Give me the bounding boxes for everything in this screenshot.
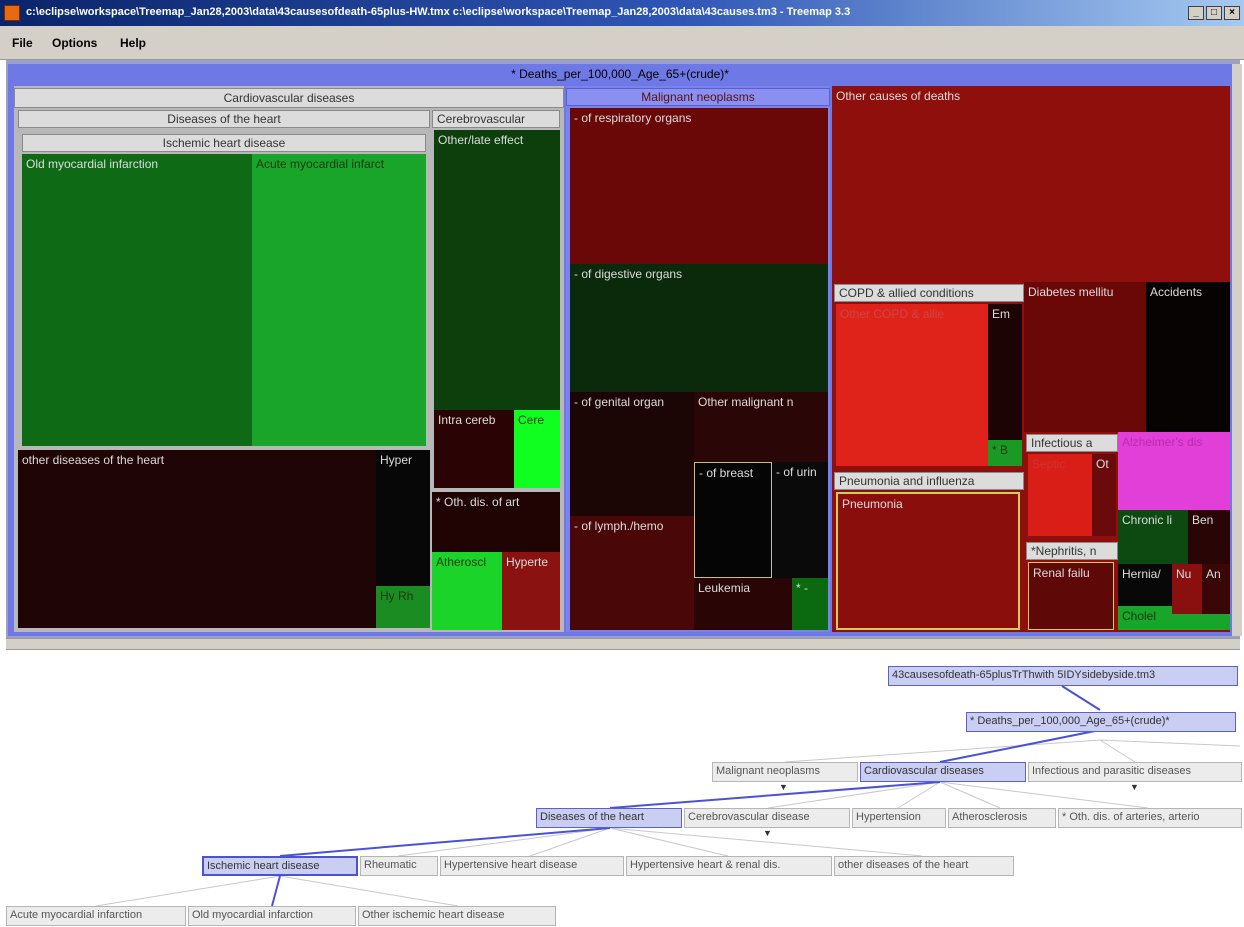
window-title: c:\eclipse\workspace\Treemap_Jan28,2003\…: [26, 6, 851, 18]
tree-node-rheumatic[interactable]: Rheumatic: [360, 856, 438, 876]
cell-copd-small[interactable]: * B: [988, 440, 1022, 466]
pneumonia-header: Pneumonia and influenza: [834, 472, 1024, 490]
cardio-header: Cardiovascular diseases: [14, 88, 564, 108]
tree-node-hypertension[interactable]: Hypertension: [852, 808, 946, 828]
cell-old-myocardial-infarction[interactable]: Old myocardial infarction: [22, 154, 252, 446]
cell-infectious-other[interactable]: Ot: [1092, 454, 1116, 536]
tree-node-cardiovascular[interactable]: Cardiovascular diseases: [860, 762, 1026, 782]
cell-chronic-liver[interactable]: Chronic li: [1118, 510, 1188, 564]
tree-node-other-heart[interactable]: other diseases of the heart: [834, 856, 1014, 876]
minimize-button[interactable]: _: [1188, 6, 1204, 20]
ischemic-header: Ischemic heart disease: [22, 134, 426, 152]
tree-node-other-arteries[interactable]: * Oth. dis. of arteries, arterio: [1058, 808, 1242, 828]
cerebrovascular-header: Cerebrovascular: [432, 110, 560, 128]
window-title-bar: c:\eclipse\workspace\Treemap_Jan28,2003\…: [0, 0, 1244, 26]
menu-options[interactable]: Options: [52, 36, 97, 52]
menu-file[interactable]: File: [12, 36, 33, 52]
cell-other-diseases-of-heart[interactable]: other diseases of the heart: [18, 450, 376, 628]
cell-urinary[interactable]: - of urin: [772, 462, 828, 578]
cell-digestive-organs[interactable]: - of digestive organs: [570, 264, 828, 392]
cell-pneumonia[interactable]: Pneumonia: [836, 492, 1020, 630]
infectious-header: Infectious a: [1026, 434, 1118, 452]
cell-hy-rh[interactable]: Hy Rh: [376, 586, 430, 628]
treemap-root-label: * Deaths_per_100,000_Age_65+(crude)*: [511, 67, 729, 81]
menu-help[interactable]: Help: [120, 36, 146, 52]
cell-malignant-small[interactable]: * -: [792, 578, 828, 630]
tree-node-acute-mi[interactable]: Acute myocardial infarction: [6, 906, 186, 926]
tree-node-root[interactable]: * Deaths_per_100,000_Age_65+(crude)*: [966, 712, 1236, 732]
cell-other-dis-arteries[interactable]: * Oth. dis. of art: [432, 492, 560, 552]
tree-node-other-ischemic[interactable]: Other ischemic heart disease: [358, 906, 556, 926]
vertical-scrollbar[interactable]: [1232, 64, 1242, 636]
cell-cere[interactable]: Cere: [514, 410, 560, 488]
hierarchy-tree-view: 43causesofdeath-65plusTrThwith 5IDYsideb…: [0, 650, 1244, 927]
tree-node-malignant[interactable]: Malignant neoplasms: [712, 762, 858, 782]
maximize-button[interactable]: □: [1206, 6, 1222, 20]
tree-node-old-mi[interactable]: Old myocardial infarction: [188, 906, 356, 926]
cell-benign[interactable]: Ben: [1188, 510, 1230, 564]
app-icon: [4, 5, 20, 21]
tree-node-infectious[interactable]: Infectious and parasitic diseases: [1028, 762, 1242, 782]
cell-nu[interactable]: Nu: [1172, 564, 1202, 614]
pane-splitter[interactable]: [6, 638, 1240, 650]
cell-diabetes[interactable]: Diabetes mellitu: [1024, 282, 1146, 432]
tree-node-hypertensive-heart[interactable]: Hypertensive heart disease: [440, 856, 624, 876]
tree-node-ischemic[interactable]: Ischemic heart disease: [202, 856, 358, 876]
cell-hypertension[interactable]: Hyperte: [502, 552, 560, 630]
cell-atherosclerosis[interactable]: Atheroscl: [432, 552, 502, 630]
cell-respiratory-organs[interactable]: - of respiratory organs: [570, 108, 828, 264]
tree-node-atherosclerosis[interactable]: Atherosclerosis: [948, 808, 1056, 828]
cell-hyper[interactable]: Hyper: [376, 450, 430, 586]
tree-node-diseases-heart[interactable]: Diseases of the heart: [536, 808, 682, 828]
cell-an[interactable]: An: [1202, 564, 1230, 614]
cell-genital-organs[interactable]: - of genital organ: [570, 392, 694, 516]
nephritis-header: *Nephritis, n: [1026, 542, 1118, 560]
tree-node-file[interactable]: 43causesofdeath-65plusTrThwith 5IDYsideb…: [888, 666, 1238, 686]
cell-intra-cereb[interactable]: Intra cereb: [434, 410, 514, 488]
copd-header: COPD & allied conditions: [834, 284, 1024, 302]
cell-lymph-hemo[interactable]: - of lymph./hemo: [570, 516, 694, 630]
tree-node-cerebrovascular[interactable]: Cerebrovascular disease: [684, 808, 850, 828]
cell-septicemia[interactable]: Septic: [1028, 454, 1092, 536]
tree-connectors: [95, 685, 1241, 907]
heart-header: Diseases of the heart: [18, 110, 430, 128]
cell-other-malignant[interactable]: Other malignant n: [694, 392, 828, 462]
cell-hernia[interactable]: Hernia/: [1118, 564, 1172, 606]
menu-bar: File Options Help: [0, 26, 1244, 60]
cell-leukemia[interactable]: Leukemia: [694, 578, 792, 630]
close-button[interactable]: ×: [1224, 6, 1240, 20]
cell-small-green[interactable]: [1172, 614, 1230, 630]
cell-other-copd[interactable]: Other COPD & allie: [836, 304, 988, 466]
cell-alzheimers[interactable]: Alzheimer's dis: [1118, 432, 1230, 510]
cell-cholelithiasis[interactable]: Cholel: [1118, 606, 1172, 630]
cell-emphysema[interactable]: Em: [988, 304, 1022, 440]
cell-renal-failure[interactable]: Renal failu: [1028, 562, 1114, 630]
expand-arrow-icon[interactable]: ▼: [1130, 782, 1139, 792]
cell-acute-myocardial-infarction[interactable]: Acute myocardial infarct: [252, 154, 426, 446]
expand-arrow-icon[interactable]: ▼: [763, 828, 772, 838]
tree-node-hypertensive-renal[interactable]: Hypertensive heart & renal dis.: [626, 856, 832, 876]
cell-other-late-effect[interactable]: Other/late effect: [434, 130, 560, 410]
expand-arrow-icon[interactable]: ▼: [779, 782, 788, 792]
malignant-header: Malignant neoplasms: [566, 88, 830, 106]
cell-breast[interactable]: - of breast: [694, 462, 772, 578]
cell-other-causes[interactable]: Other causes of deaths: [832, 86, 1230, 282]
cell-accidents[interactable]: Accidents: [1146, 282, 1230, 432]
